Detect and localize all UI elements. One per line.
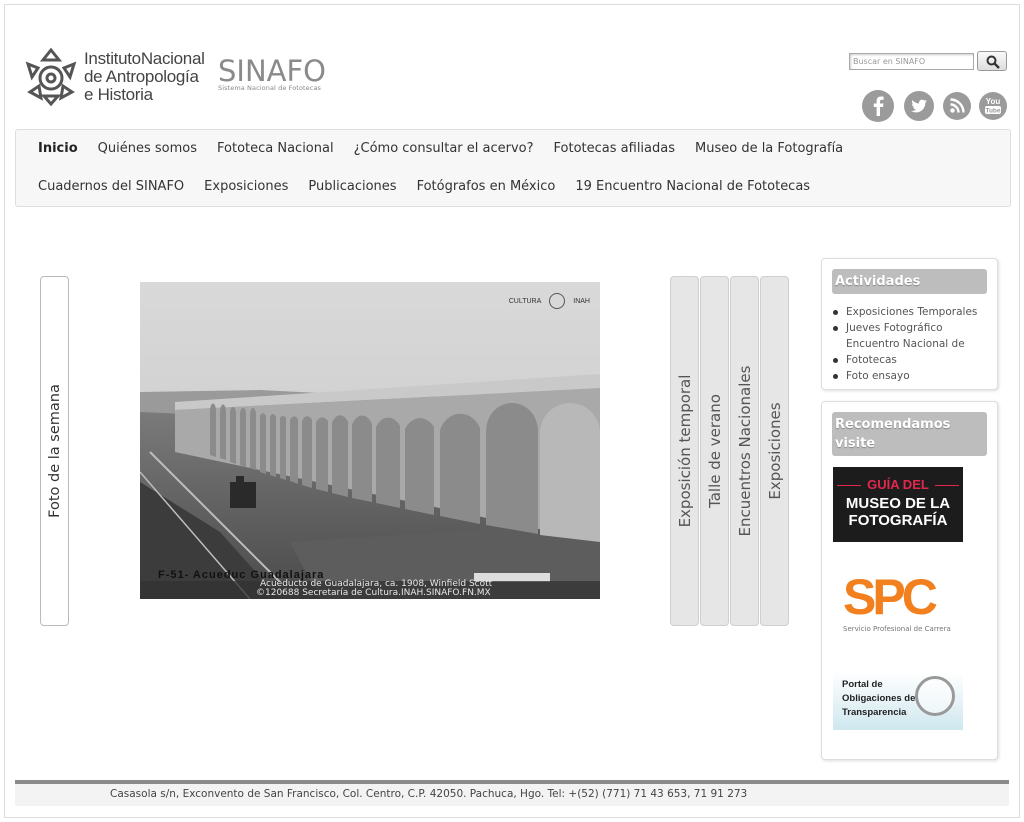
actividades-title: Actividades <box>832 269 987 294</box>
search-input[interactable] <box>849 53 974 70</box>
youtube-icon: You Tube <box>985 97 1001 115</box>
inah-logo-text: InstitutoNacional de Antropología e Hist… <box>84 49 205 104</box>
bullet-icon <box>833 374 838 379</box>
tab-foto-semana-label: Foto de la semana <box>46 384 63 518</box>
search-icon <box>986 55 1000 69</box>
nav-item-fototeca-nacional[interactable]: Fototeca Nacional <box>217 141 334 157</box>
bullet-icon <box>833 310 838 315</box>
nav-item-exposiciones[interactable]: Exposiciones <box>204 179 288 195</box>
spc-logo: SPC <box>843 569 938 625</box>
nav-item-cuadernos[interactable]: Cuadernos del SINAFO <box>38 179 184 195</box>
tab-exposicion-temporal[interactable]: Exposición temporal <box>670 276 699 626</box>
main-nav: Inicio Quiénes somos Fototeca Nacional ¿… <box>15 129 1011 207</box>
guia-banner-title: GUÍA DEL <box>833 477 963 492</box>
bullet-icon <box>833 326 838 331</box>
tab-exposiciones[interactable]: Exposiciones <box>760 276 789 626</box>
svg-text:Tube: Tube <box>985 108 1000 115</box>
magnifier-icon <box>915 676 955 716</box>
list-item-encuentro[interactable]: Encuentro Nacional de <box>834 336 977 352</box>
nav-item-quienes-somos[interactable]: Quiénes somos <box>98 141 197 157</box>
bullet-icon <box>833 358 838 363</box>
list-item-encuentro-cont[interactable]: Fototecas <box>833 352 977 368</box>
tab-exposicion-temporal-label: Exposición temporal <box>675 374 694 528</box>
spc-banner[interactable]: SPC Servicio Profesional de Carrera <box>833 567 963 639</box>
transparencia-banner[interactable]: Portal de Obligaciones de Transparencia <box>833 672 963 730</box>
photo-brand-cultura: CULTURA <box>508 297 542 305</box>
nav-row-2: Cuadernos del SINAFO Exposiciones Public… <box>38 179 830 195</box>
list-item[interactable]: Exposiciones Temporales <box>833 304 977 320</box>
featured-photo[interactable]: CULTURA INAH F-51- Acueduc Guadalajara A… <box>140 282 600 599</box>
rss-link[interactable] <box>943 92 971 120</box>
footer: Casasola s/n, Exconvento de San Francisc… <box>15 780 1009 806</box>
nav-item-como-consultar[interactable]: ¿Cómo consultar el acervo? <box>354 141 534 157</box>
aqueduct-photo-image <box>140 282 600 599</box>
nav-item-fotografos-mexico[interactable]: Fotógrafos en México <box>417 179 556 195</box>
actividades-list: Exposiciones Temporales Jueves Fotográfi… <box>833 304 977 384</box>
rss-icon <box>950 98 965 113</box>
photo-brand: CULTURA INAH <box>509 293 590 309</box>
guia-museo-banner[interactable]: GUÍA DEL MUSEO DE LA FOTOGRAFÍA <box>833 467 963 542</box>
photo-brand-inah: INAH <box>573 297 590 305</box>
facebook-link[interactable] <box>862 90 894 122</box>
footer-address: Casasola s/n, Exconvento de San Francisc… <box>110 788 748 800</box>
tab-taller-verano[interactable]: Talle de verano <box>700 276 729 626</box>
actividades-box: Actividades Exposiciones Temporales Juev… <box>821 258 998 390</box>
inah-logo[interactable]: InstitutoNacional de Antropología e Hist… <box>22 46 212 110</box>
youtube-link[interactable]: You Tube <box>979 92 1007 120</box>
nav-item-museo-fotografia[interactable]: Museo de la Fotografía <box>695 141 843 157</box>
list-item[interactable]: Foto ensayo <box>833 368 977 384</box>
nav-item-fototecas-afiliadas[interactable]: Fototecas afiliadas <box>554 141 675 157</box>
guia-banner-subtitle: MUSEO DE LA FOTOGRAFÍA <box>845 495 951 529</box>
search-form <box>849 51 1009 71</box>
inah-emblem-icon <box>25 47 77 107</box>
nav-item-encuentro-nacional[interactable]: 19 Encuentro Nacional de Fototecas <box>575 179 810 195</box>
twitter-icon <box>911 99 927 113</box>
list-item[interactable]: Jueves Fotográfico <box>833 320 977 336</box>
nav-item-publicaciones[interactable]: Publicaciones <box>308 179 396 195</box>
transparencia-text: Portal de Obligaciones de Transparencia <box>842 679 916 718</box>
nav-item-inicio[interactable]: Inicio <box>38 141 78 157</box>
sinafo-logo-name: SINAFO <box>218 54 326 88</box>
photo-caption-credit: ©120688 Secretaría de Cultura.INAH.SINAF… <box>256 588 491 598</box>
recomendamos-title: Recomendamos visite <box>832 412 987 456</box>
search-button[interactable] <box>977 51 1007 71</box>
nav-row-1: Inicio Quiénes somos Fototeca Nacional ¿… <box>38 141 863 157</box>
facebook-icon <box>873 96 884 116</box>
tab-taller-verano-label: Talle de verano <box>705 394 724 508</box>
twitter-link[interactable] <box>904 91 934 121</box>
spc-subtitle: Servicio Profesional de Carrera <box>843 625 951 633</box>
sinafo-logo[interactable]: SINAFO Sistema Nacional de Fototecas <box>218 56 326 92</box>
sinafo-logo-subtitle: Sistema Nacional de Fototecas <box>218 84 322 92</box>
tab-exposiciones-label: Exposiciones <box>765 402 784 500</box>
tab-encuentros-nacionales-label: Encuentros Nacionales <box>735 365 754 537</box>
svg-text:You: You <box>986 97 1001 106</box>
recomendamos-box: Recomendamos visite GUÍA DEL MUSEO DE LA… <box>821 401 998 760</box>
tab-foto-semana[interactable]: Foto de la semana <box>40 276 69 626</box>
tab-encuentros-nacionales[interactable]: Encuentros Nacionales <box>730 276 759 626</box>
mexico-seal-icon <box>549 293 566 309</box>
